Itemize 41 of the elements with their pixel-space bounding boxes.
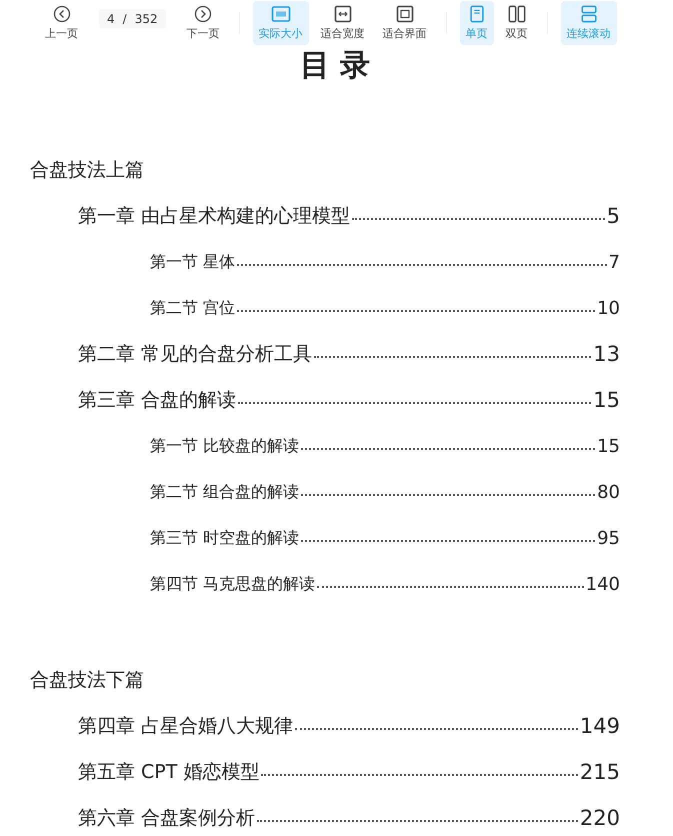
- double-page-icon: [506, 5, 527, 23]
- page-number: 13: [593, 342, 620, 366]
- fit-page-icon: [396, 5, 414, 23]
- continuous-scroll-icon: [580, 5, 598, 23]
- part-heading: 合盘技法上篇: [30, 158, 144, 183]
- view-mode-button[interactable]: 适合界面: [376, 1, 433, 45]
- toc-entry[interactable]: 第五章 CPT 婚恋模型: [78, 759, 260, 785]
- toc-entry[interactable]: 第一章 由占星术构建的心理模型: [78, 203, 350, 229]
- toc-entry[interactable]: 第三章 合盘的解读: [78, 387, 236, 413]
- page-number: 149: [580, 714, 620, 738]
- page-number: 7: [608, 252, 620, 272]
- page-number: 5: [606, 204, 620, 228]
- page-number: 220: [580, 806, 620, 830]
- page-number: 215: [580, 760, 620, 784]
- page-number: 15: [597, 436, 620, 456]
- part-heading: 合盘技法下篇: [30, 668, 144, 693]
- view-mode-button[interactable]: 适合宽度: [314, 1, 371, 45]
- previous-page-button[interactable]: 上一页: [39, 1, 84, 45]
- toc-entry[interactable]: 第一节 星体: [150, 252, 236, 272]
- actual-size-icon: [270, 5, 291, 23]
- toc-entry[interactable]: 第四章 占星合婚八大规律: [78, 713, 294, 739]
- toc-entry[interactable]: 第二节 组合盘的解读: [150, 482, 300, 502]
- chevron-left-icon: [52, 5, 70, 23]
- page-number: 15: [593, 388, 620, 412]
- page-number-field[interactable]: 4 / 352: [99, 9, 166, 29]
- page-number: 10: [597, 298, 620, 318]
- toc-entry[interactable]: 第二节 宫位: [150, 298, 236, 318]
- fit-width-icon: [334, 5, 352, 23]
- single-page-icon: [468, 5, 485, 23]
- toc-entry[interactable]: 第四节 马克思盘的解读: [150, 574, 316, 594]
- toc-entry[interactable]: 第六章 合盘案例分析: [78, 805, 256, 831]
- page-number: 140: [586, 574, 620, 594]
- toc-entry[interactable]: 第一节 比较盘的解读: [150, 436, 300, 456]
- chevron-right-icon: [194, 5, 212, 23]
- page-number: 95: [597, 528, 620, 548]
- next-page-button[interactable]: 下一页: [180, 1, 226, 45]
- document-title: 目 录: [298, 47, 372, 85]
- toc-entry[interactable]: 第二章 常见的合盘分析工具: [78, 341, 312, 367]
- toc-entry[interactable]: 第三节 时空盘的解读: [150, 528, 300, 548]
- view-mode-button[interactable]: 双页: [500, 1, 534, 45]
- page-number: 80: [597, 482, 620, 502]
